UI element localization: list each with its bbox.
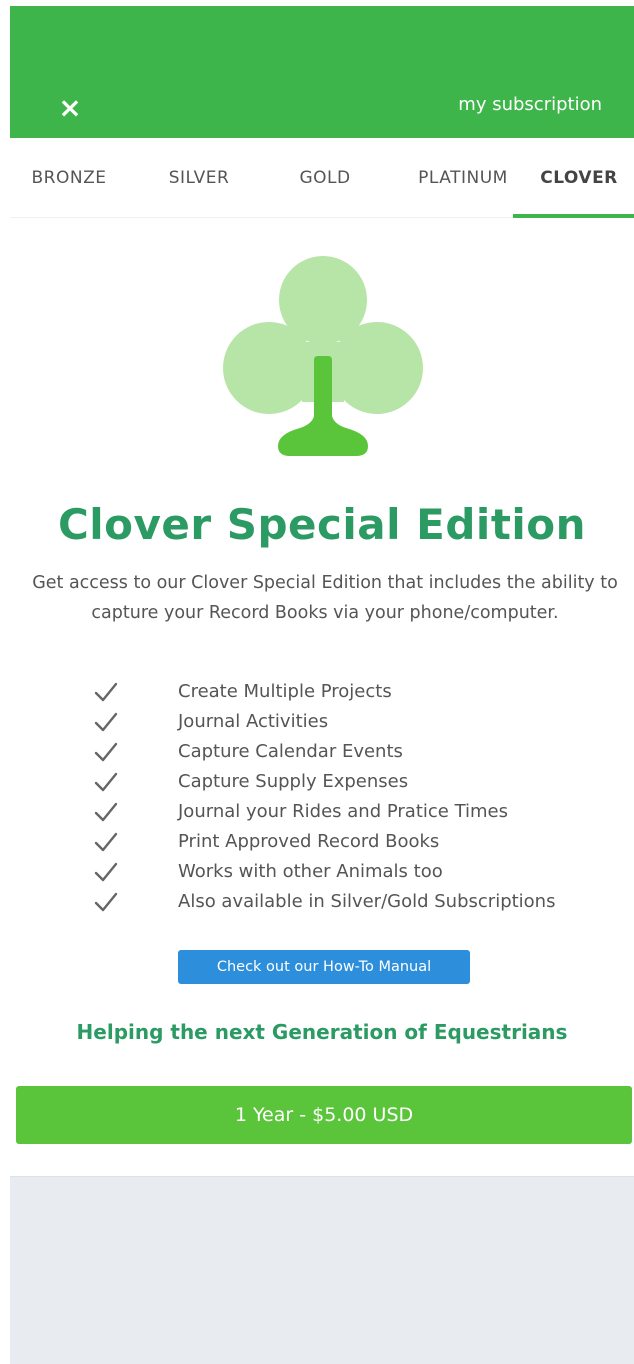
plan-title: Clover Special Edition bbox=[57, 500, 587, 549]
list-item: Capture Calendar Events bbox=[0, 738, 634, 766]
app-header: × my subscription bbox=[10, 6, 634, 138]
feature-label: Also available in Silver/Gold Subscripti… bbox=[178, 891, 556, 912]
checkmark-icon bbox=[94, 832, 118, 852]
tab-silver[interactable]: SILVER bbox=[154, 138, 244, 218]
checkmark-icon bbox=[94, 712, 118, 732]
subscribe-price-button[interactable]: 1 Year - $5.00 USD bbox=[16, 1086, 632, 1144]
active-tab-indicator bbox=[513, 214, 634, 218]
checkmark-icon bbox=[94, 862, 118, 882]
checkmark-icon bbox=[94, 772, 118, 792]
plan-description: Get access to our Clover Special Edition… bbox=[32, 573, 618, 623]
tab-platinum[interactable]: PLATINUM bbox=[408, 138, 518, 218]
list-item: Journal your Rides and Pratice Times bbox=[0, 798, 634, 826]
list-item: Journal Activities bbox=[0, 708, 634, 736]
feature-label: Create Multiple Projects bbox=[178, 681, 392, 702]
tagline: Helping the next Generation of Equestria… bbox=[76, 1020, 568, 1044]
list-item: Also available in Silver/Gold Subscripti… bbox=[0, 888, 634, 916]
checkmark-icon bbox=[94, 802, 118, 822]
how-to-manual-button[interactable]: Check out our How-To Manual bbox=[178, 950, 470, 984]
tab-clover[interactable]: CLOVER bbox=[528, 138, 630, 218]
feature-label: Journal Activities bbox=[178, 711, 329, 732]
checkmark-icon bbox=[94, 892, 118, 912]
close-button[interactable]: × bbox=[50, 90, 90, 126]
feature-label: Works with other Animals too bbox=[178, 861, 443, 882]
list-item: Create Multiple Projects bbox=[0, 678, 634, 706]
checkmark-icon bbox=[94, 742, 118, 762]
feature-label: Capture Calendar Events bbox=[178, 741, 403, 762]
list-item: Capture Supply Expenses bbox=[0, 768, 634, 796]
feature-label: Journal your Rides and Pratice Times bbox=[178, 801, 509, 822]
feature-label: Capture Supply Expenses bbox=[178, 771, 409, 792]
tab-gold[interactable]: GOLD bbox=[280, 138, 370, 218]
footer-area bbox=[10, 1176, 634, 1364]
checkmark-icon bbox=[94, 682, 118, 702]
list-item: Works with other Animals too bbox=[0, 858, 634, 886]
subscription-tabs: BRONZE SILVER GOLD PLATINUM CLOVER bbox=[10, 138, 634, 218]
feature-label: Print Approved Record Books bbox=[178, 831, 440, 852]
clover-icon bbox=[223, 256, 423, 456]
list-item: Print Approved Record Books bbox=[0, 828, 634, 856]
header-title: my subscription bbox=[458, 94, 602, 115]
tab-bronze[interactable]: BRONZE bbox=[24, 138, 114, 218]
